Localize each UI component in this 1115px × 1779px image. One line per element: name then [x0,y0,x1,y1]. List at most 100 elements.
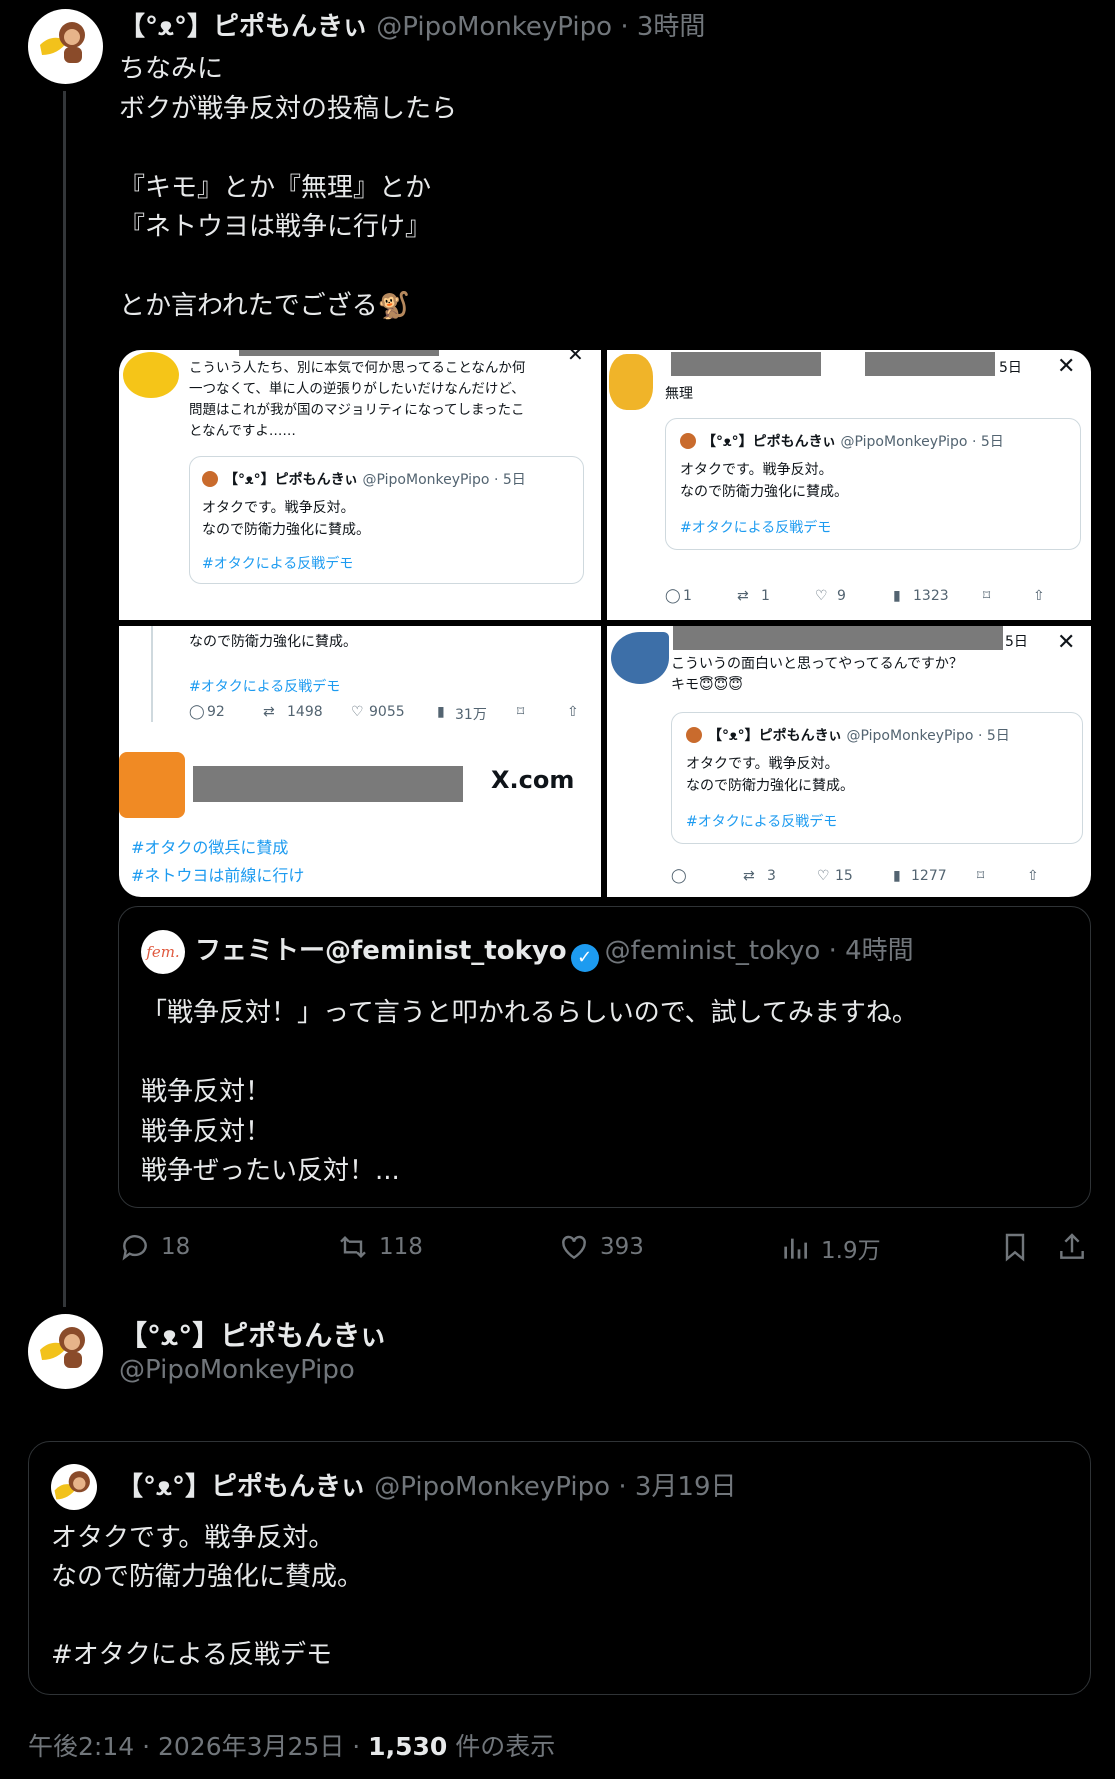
tweet-header: 【°ᴥ°】ピポもんきぃ @PipoMonkeyPipo · 3時間 [119,12,706,42]
like-count: 15 [835,868,853,884]
like-button[interactable]: 393 [558,1231,644,1263]
media-image-3[interactable]: なので防衛力強化に賛成。 #オタクによる反戦デモ ◯ 92 ⇄ 1498 ♡ 9055… [119,626,601,897]
redacted-name [239,350,439,356]
quoted-handle[interactable]: @PipoMonkeyPipo [374,1472,610,1502]
quoted-time[interactable]: 4時間 [845,936,914,966]
reply-text: 無理 [665,386,693,402]
card-handle: @PipoMonkeyPipo · 5日 [840,434,1004,450]
quoted-text: オタクです。戦争反対。 なので防衛力強化に賛成。 #オタクによる反戦デモ [51,1523,364,1670]
reply-time: 5日 [1005,634,1028,650]
like-count: 393 [600,1234,644,1260]
quoted-tweet[interactable]: 【°ᴥ°】ピポもんきぃ @PipoMonkeyPipo · 3月19日 オタクで… [28,1441,1091,1695]
reply-icon: ◯ [671,868,687,884]
views-icon: ▮ [437,704,445,720]
display-name[interactable]: 【°ᴥ°】ピポもんきぃ [119,1314,387,1354]
share-icon: ⇧ [1027,868,1039,884]
card-text: オタクです。戦争反対。 なので防衛力強化に賛成。 [686,756,854,794]
repost-button[interactable]: 118 [337,1231,423,1263]
media-image-1[interactable]: ✕ こういう人たち、別に本気で何か思ってることなんか何 一つなくて、単に人の逆張… [119,350,601,620]
card-hashtag: #オタクによる反戦デモ [686,814,838,830]
repost-icon: ⇄ [737,588,749,604]
orange-avatar [119,752,185,818]
media-grid[interactable]: ✕ こういう人たち、別に本気で何か思ってることなんか何 一つなくて、単に人の逆張… [119,350,1091,897]
card-handle: @PipoMonkeyPipo · 5日 [846,728,1010,744]
reply-button[interactable]: 18 [119,1231,190,1263]
x-logo-icon: ✕ [1057,354,1076,379]
repost-count: 3 [767,868,776,884]
embedded-tweet-card: 【°ᴥ°】ピポもんきぃ @PipoMonkeyPipo · 5日 オタクです。戦… [189,456,584,584]
views-count: 1277 [911,868,947,884]
quoted-tweet[interactable]: fem. フェミトー@feminist_tokyo ✓ @feminist_toky… [118,906,1091,1208]
redacted-name [193,766,463,802]
bookmark-icon: ⌑ [983,588,991,604]
quoted-avatar[interactable]: fem. [141,930,185,974]
card-text: オタクです。戦争反対。 なので防衛力強化に賛成。 [202,500,370,538]
hashtag: #オタクによる反戦デモ [189,679,341,695]
like-count: 9 [837,588,846,604]
quoted-display-name[interactable]: フェミトー@feminist_tokyo [195,936,567,966]
like-icon: ♡ [815,588,828,604]
heart-icon [562,1235,586,1260]
quoted-time[interactable]: 3月19日 [635,1472,737,1502]
embedded-tweet-card: 【°ᴥ°】ピポもんきぃ @PipoMonkeyPipo · 5日 オタクです。戦… [671,712,1083,844]
quoted-text: 「戦争反対！」って言うと叩かれるらしいので、試してみますね。 戦争反対！ 戦争反… [141,998,918,1186]
views-icon: ▮ [893,868,901,884]
like-icon: ♡ [817,868,830,884]
sunglasses-emoji-icon [123,352,179,398]
reply-icon: ◯ [665,588,681,604]
avatar-small-icon [202,471,218,487]
bookmark-icon: ⌑ [517,704,525,720]
redacted-name [671,352,821,376]
quoted-handle[interactable]: @feminist_tokyo [605,936,821,966]
reply-time: 5日 [999,360,1022,376]
thread-line [63,91,66,1307]
repost-count: 1 [761,588,770,604]
embedded-tweet-card: 【°ᴥ°】ピポもんきぃ @PipoMonkeyPipo · 5日 オタクです。戦… [665,418,1081,550]
monkey-avatar-icon [54,1471,90,1500]
reply-stats: ◯ ⇄ 3 ♡ 15 ▮ 1277 ⌑ ⇧ [671,868,1091,888]
repost-count: 1498 [287,704,323,720]
quoted-avatar[interactable] [51,1464,97,1510]
bookmark-button[interactable] [999,1231,1031,1263]
share-icon: ⇧ [567,704,579,720]
quoted-display-name[interactable]: 【°ᴥ°】ピポもんきぃ [117,1472,366,1502]
views-count: 1,530 [368,1732,448,1761]
views-count: 1.9万 [821,1238,881,1264]
views-count: 31万 [455,707,487,723]
share-icon: ⇧ [1033,588,1045,604]
repost-icon [340,1235,366,1259]
avatar[interactable] [28,1314,103,1389]
reply-stats: ◯ 1 ⇄ 1 ♡ 9 ▮ 1323 ⌑ ⇧ [665,588,1085,608]
like-count: 9055 [369,704,405,720]
bookmark-icon [1005,1233,1025,1262]
share-icon [1060,1233,1084,1259]
fist-emoji-icon [609,354,653,410]
x-logo-icon: ✕ [1057,630,1076,655]
quoted-header: 【°ᴥ°】ピポもんきぃ @PipoMonkeyPipo · 3月19日 [117,1472,737,1502]
timestamp[interactable]: 3時間 [637,12,706,42]
views-button[interactable]: 1.9万 [779,1231,881,1265]
analytics-icon [784,1238,807,1259]
avatar[interactable] [28,9,103,84]
monkey-avatar-icon [40,22,85,63]
reply-icon [122,1235,147,1261]
tweet-text: ちなみに ボクが戦争反対の投稿したら 『キモ』とか『無理』とか 『ネトウヨは戦争… [119,54,458,321]
handle[interactable]: @PipoMonkeyPipo [376,12,612,42]
card-text: オタクです。戦争反対。 なので防衛力強化に賛成。 [680,462,848,500]
quoted-header: フェミトー@feminist_tokyo ✓ @feminist_tokyo · 4… [195,929,914,973]
repost-icon: ⇄ [263,704,275,720]
reply-count: 18 [161,1234,191,1260]
repost-count: 118 [379,1234,423,1260]
bookmark-icon: ⌑ [977,868,985,884]
media-image-2[interactable]: 5日 ✕ 無理 【°ᴥ°】ピポもんきぃ @PipoMonkeyPipo · 5日… [607,350,1091,620]
display-name[interactable]: 【°ᴥ°】ピポもんきぃ [119,12,368,42]
card-handle: @PipoMonkeyPipo · 5日 [362,472,526,488]
handle[interactable]: @PipoMonkeyPipo [119,1355,355,1385]
views-count: 1323 [913,588,949,604]
media-image-4[interactable]: 5日 ✕ こういうの面白いと思ってやってるんですか？ キモ😇😇😇 【°ᴥ°】ピポ… [607,626,1091,897]
avatar-small-icon [680,433,696,449]
reply-text: こういう人たち、別に本気で何か思ってることなんか何 一つなくて、単に人の逆張りが… [189,360,526,439]
reply-count: 92 [207,704,225,720]
post-time[interactable]: 午後2:14 · 2026年3月25日 · [28,1732,368,1761]
share-button[interactable] [1056,1231,1088,1263]
